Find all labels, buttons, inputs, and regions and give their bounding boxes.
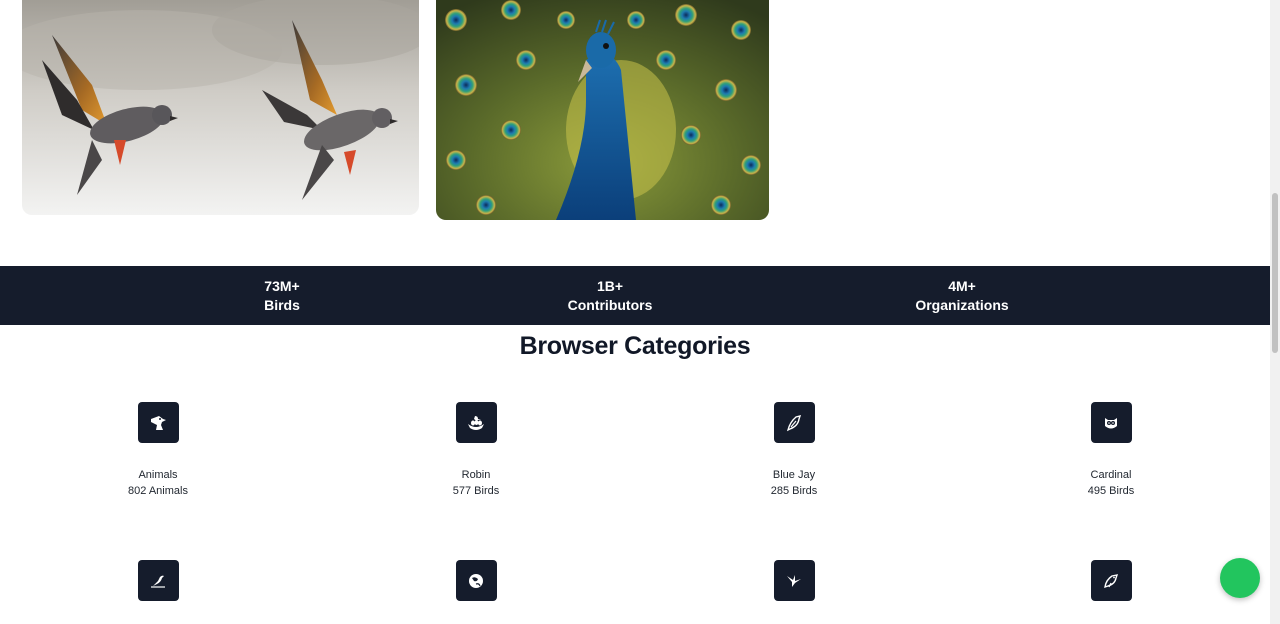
stat-value: 73M+ — [264, 278, 300, 294]
perched-bird-icon — [151, 575, 165, 588]
category-tile[interactable] — [455, 402, 497, 443]
stat-organizations: 4M+ Organizations — [862, 277, 1062, 315]
peacock-image — [436, 0, 769, 220]
category-tile[interactable] — [1090, 560, 1132, 601]
category-robin[interactable]: Robin 577 Birds — [396, 402, 556, 499]
category-tile[interactable] — [1090, 402, 1132, 443]
scrollbar-thumb[interactable] — [1272, 193, 1278, 353]
category-count: 802 Animals — [128, 485, 188, 497]
globe-bird-icon — [469, 573, 483, 588]
category-count: 495 Birds — [1087, 485, 1135, 497]
stat-value: 4M+ — [948, 278, 976, 294]
category-item[interactable] — [1031, 560, 1191, 601]
category-cardinal[interactable]: Cardinal 495 Birds — [1031, 402, 1191, 499]
category-count: 577 Birds — [452, 485, 500, 497]
stat-label: Contributors — [567, 297, 653, 313]
peacock-photo[interactable] — [436, 0, 769, 220]
category-name: Cardinal — [1090, 469, 1132, 481]
category-blue-jay[interactable]: Blue Jay 285 Birds — [714, 402, 874, 499]
stats-band: 73M+ Birds 1B+ Contributors 4M+ Organiza… — [0, 266, 1270, 325]
category-count: 285 Birds — [770, 485, 818, 497]
category-tile[interactable] — [455, 560, 497, 601]
category-name: Animals — [138, 469, 178, 481]
stat-label: Birds — [264, 297, 300, 313]
category-tile[interactable] — [137, 560, 179, 601]
bird-outline-icon — [786, 414, 802, 431]
category-name: Robin — [461, 469, 491, 481]
floating-action-button[interactable] — [1220, 558, 1260, 598]
category-name: Blue Jay — [772, 469, 816, 481]
category-tile[interactable] — [773, 560, 815, 601]
doves-photo[interactable] — [22, 0, 419, 215]
page: 73M+ Birds 1B+ Contributors 4M+ Organiza… — [0, 0, 1280, 624]
category-tile[interactable] — [773, 402, 815, 443]
nest-icon — [468, 415, 484, 430]
stat-contributors: 1B+ Contributors — [510, 277, 710, 315]
category-tile[interactable] — [137, 402, 179, 443]
stat-birds: 73M+ Birds — [182, 277, 382, 315]
category-item[interactable] — [396, 560, 556, 601]
hummingbird-icon — [787, 574, 801, 587]
owl-icon — [1105, 417, 1117, 428]
eagle-head-icon — [151, 415, 166, 430]
category-animals[interactable]: Animals 802 Animals — [78, 402, 238, 499]
songbird-icon — [1104, 573, 1119, 588]
doves-image — [22, 0, 419, 215]
stat-label: Organizations — [915, 297, 1009, 313]
category-item[interactable] — [714, 560, 874, 601]
category-item[interactable] — [78, 560, 238, 601]
section-title: Browser Categories — [519, 332, 751, 360]
stat-value: 1B+ — [596, 278, 624, 294]
vertical-scrollbar[interactable] — [1270, 0, 1280, 624]
